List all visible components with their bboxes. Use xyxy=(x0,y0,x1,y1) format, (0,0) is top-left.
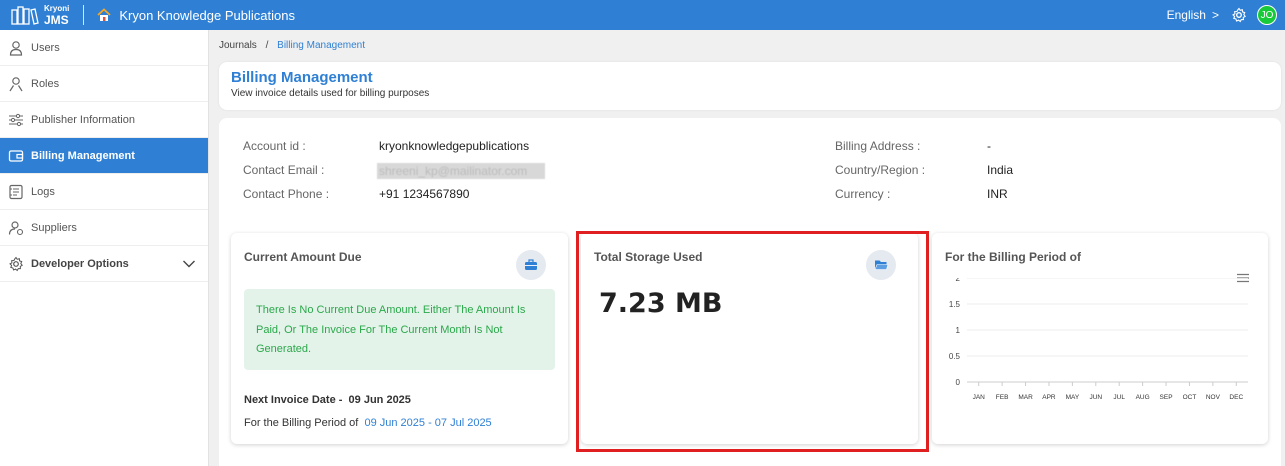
sidebar-item-label: Suppliers xyxy=(31,221,77,234)
y-tick-label: 0.5 xyxy=(949,352,961,361)
x-tick-label: JAN xyxy=(973,394,986,401)
card-title: For the Billing Period of xyxy=(945,250,1081,264)
y-tick-label: 2 xyxy=(956,278,961,283)
currency-label: Currency : xyxy=(835,187,891,201)
sidebar-item-suppliers[interactable]: Suppliers xyxy=(0,210,208,246)
x-tick-label: NOV xyxy=(1206,394,1221,401)
next-invoice-value: 09 Jun 2025 xyxy=(348,394,411,406)
breadcrumb-current: Billing Management xyxy=(277,40,365,51)
account-id-label: Account id : xyxy=(243,139,306,153)
current-amount-due-card: Current Amount Due There Is No Current D… xyxy=(231,233,568,444)
breadcrumb-journals[interactable]: Journals xyxy=(219,40,257,51)
billing-address-label: Billing Address : xyxy=(835,139,921,153)
contact-email-value: shreeni_kp@mailinator.com xyxy=(377,163,545,179)
x-tick-label: FEB xyxy=(996,394,1009,401)
billing-period-chart-card: For the Billing Period of 2 1.5 1 0.5 0 JAN FE… xyxy=(932,233,1268,444)
x-tick-label: MAR xyxy=(1018,394,1033,401)
page-header: Billing Management View invoice details … xyxy=(219,62,1281,110)
sidebar-item-label: Roles xyxy=(31,77,60,90)
sidebar-item-users[interactable]: Users xyxy=(0,30,208,66)
x-tick-label: SEP xyxy=(1160,394,1173,401)
x-tick-label: AUG xyxy=(1136,394,1150,401)
supplier-icon xyxy=(8,220,24,236)
language-selector[interactable]: English xyxy=(1167,8,1206,22)
card-title: Current Amount Due xyxy=(244,250,362,264)
billing-period: For the Billing Period of 09 Jun 2025 - … xyxy=(244,417,492,429)
country-region-label: Country/Region : xyxy=(835,163,926,177)
x-tick-label: MAY xyxy=(1066,394,1080,401)
no-due-message: There Is No Current Due Amount. Either T… xyxy=(244,289,555,370)
app-logo[interactable]: Kryoni JMS xyxy=(10,0,69,30)
sidebar-item-label: Logs xyxy=(31,185,55,198)
currency-value: INR xyxy=(987,187,1008,201)
y-tick-label: 0 xyxy=(956,378,961,387)
x-tick-label: OCT xyxy=(1183,394,1197,401)
next-invoice-label: Next Invoice Date - xyxy=(244,394,343,406)
logo-line2: JMS xyxy=(44,12,69,27)
logo-line1: Kryoni xyxy=(44,3,70,13)
sidebar-item-developer-options[interactable]: Developer Options xyxy=(0,246,208,282)
billing-period-label: For the Billing Period of xyxy=(244,417,359,429)
x-tick-label: DEC xyxy=(1229,394,1243,401)
home-icon[interactable] xyxy=(96,7,112,23)
billing-period-value: 09 Jun 2025 - 07 Jul 2025 xyxy=(364,417,492,429)
account-id-value: kryonknowledgepublications xyxy=(379,139,530,153)
contact-email-label: Contact Email : xyxy=(243,163,325,177)
next-invoice-date: Next Invoice Date - 09 Jun 2025 xyxy=(244,394,411,406)
breadcrumb: Journals / Billing Management xyxy=(219,40,365,51)
page-title: Billing Management xyxy=(231,69,373,86)
x-tick-label: JUL xyxy=(1113,394,1125,401)
topbar-divider xyxy=(83,5,85,25)
y-tick-label: 1 xyxy=(956,326,961,335)
sidebar-item-logs[interactable]: Logs xyxy=(0,174,208,210)
sidebar-item-label: Users xyxy=(31,41,60,54)
wallet-icon xyxy=(8,148,24,164)
contact-phone-label: Contact Phone : xyxy=(243,187,330,201)
books-logo-icon xyxy=(11,6,39,25)
roles-icon xyxy=(8,76,24,92)
top-bar: Kryoni JMS Kryon Knowledge Publications … xyxy=(0,0,1285,30)
user-icon xyxy=(8,40,24,56)
chevron-down-icon[interactable] xyxy=(182,257,196,271)
country-region-value: India xyxy=(987,163,1014,177)
x-tick-label: JUN xyxy=(1089,394,1102,401)
breadcrumb-separator: / xyxy=(265,40,269,51)
highlight-box xyxy=(576,231,929,452)
contact-phone-value: +91 1234567890 xyxy=(379,187,470,201)
y-tick-label: 1.5 xyxy=(949,300,961,309)
briefcase-icon xyxy=(516,250,546,280)
user-avatar[interactable]: JO xyxy=(1257,5,1277,25)
gear-icon xyxy=(8,256,24,272)
page-subtitle: View invoice details used for billing pu… xyxy=(231,88,430,99)
x-tick-label: APR xyxy=(1042,394,1056,401)
app-title: Kryon Knowledge Publications xyxy=(119,7,295,23)
sliders-icon xyxy=(8,112,24,128)
logs-icon xyxy=(8,184,24,200)
billing-address-value: - xyxy=(987,139,991,153)
chevron-right-icon[interactable]: > xyxy=(1212,8,1219,22)
sidebar-item-roles[interactable]: Roles xyxy=(0,66,208,102)
billing-line-chart: 2 1.5 1 0.5 0 JAN FEB MAR APR MAY JUN JUL AUG SEP OCT N… xyxy=(949,278,1248,401)
sidebar-item-billing-management[interactable]: Billing Management xyxy=(0,138,208,174)
sidebar: Users Roles Publisher Information Billin… xyxy=(0,30,209,466)
sidebar-item-label: Billing Management xyxy=(31,149,135,162)
sidebar-item-label: Developer Options xyxy=(31,257,129,270)
sidebar-item-publisher-information[interactable]: Publisher Information xyxy=(0,102,208,138)
sidebar-item-label: Publisher Information xyxy=(31,113,135,126)
settings-gear-icon[interactable] xyxy=(1231,7,1247,23)
